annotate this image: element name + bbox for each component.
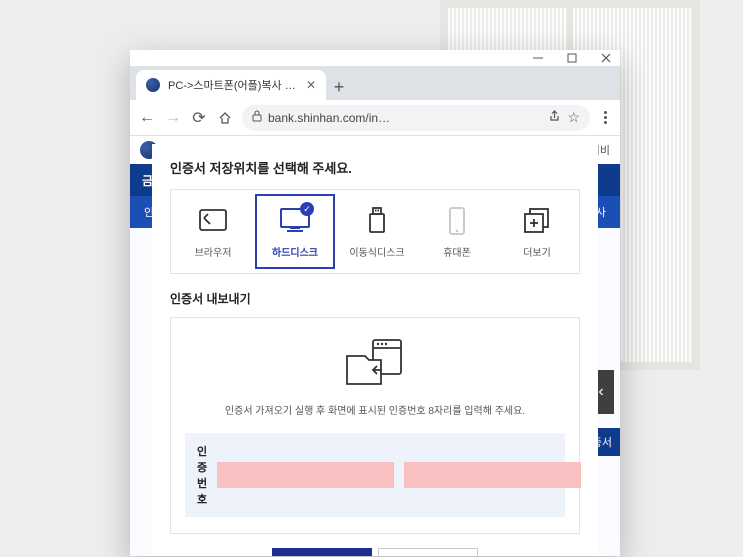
auth-number-input-2[interactable] (404, 462, 581, 488)
tab-close-icon[interactable]: ✕ (306, 78, 316, 92)
auth-number-row: 인증번호 (185, 433, 565, 517)
storage-option-browser[interactable]: 브라우저 (175, 194, 251, 269)
new-tab-button[interactable]: + (326, 74, 352, 100)
storage-option-removable[interactable]: 이동식디스크 (339, 194, 415, 269)
usb-icon (360, 206, 394, 236)
export-message: 인증서 가져오기 실행 후 화면에 표시된 인증번호 8자리를 입력해 주세요. (185, 402, 565, 417)
tab-title: PC->스마트폰(어플)복사 | 신한은 (168, 77, 298, 93)
page-viewport: 신 금융서비 금융 인증 플)복사 ‹ 증서 인증서 저장위치를 선택해 주세요… (130, 136, 620, 556)
monitor-icon: ✓ (278, 206, 312, 236)
forward-icon[interactable]: → (164, 109, 182, 127)
more-icon (520, 206, 554, 236)
auth-number-input-1[interactable] (217, 462, 394, 488)
reload-icon[interactable]: ⟳ (190, 108, 208, 128)
window-titlebar (130, 50, 620, 66)
storage-label: 이동식디스크 (349, 244, 404, 259)
phone-icon (440, 206, 474, 236)
check-icon: ✓ (300, 202, 314, 216)
modal-title: 인증서 저장위치를 선택해 주세요. (170, 158, 580, 177)
tab-bar: PC->스마트폰(어플)복사 | 신한은 ✕ + (130, 66, 620, 100)
export-illustration (185, 336, 565, 390)
lock-icon (252, 110, 262, 125)
storage-label: 더보기 (523, 244, 551, 259)
storage-label: 휴대폰 (443, 244, 471, 259)
storage-option-more[interactable]: 더보기 (499, 194, 575, 269)
share-icon[interactable] (547, 109, 561, 126)
minimize-button[interactable] (532, 52, 544, 64)
export-box: 인증서 가져오기 실행 후 화면에 표시된 인증번호 8자리를 입력해 주세요.… (170, 317, 580, 534)
close-button[interactable] (600, 52, 612, 64)
browser-tab[interactable]: PC->스마트폰(어플)복사 | 신한은 ✕ (136, 70, 326, 100)
browser-icon (196, 206, 230, 236)
home-icon[interactable] (216, 111, 234, 125)
maximize-button[interactable] (566, 52, 578, 64)
certificate-modal: 인증서 저장위치를 선택해 주세요. 브라우저 ✓ 하드디스크 (152, 144, 598, 556)
url-field[interactable]: bank.shinhan.com/in… ☆ (242, 105, 590, 131)
confirm-button[interactable]: 확인 (272, 548, 372, 556)
back-icon[interactable]: ← (138, 109, 156, 127)
address-bar: ← → ⟳ bank.shinhan.com/in… ☆ (130, 100, 620, 136)
storage-option-harddisk[interactable]: ✓ 하드디스크 (255, 194, 335, 269)
url-text: bank.shinhan.com/in… (268, 111, 541, 125)
bookmark-star-icon[interactable]: ☆ (567, 109, 580, 126)
browser-menu-icon[interactable] (598, 111, 612, 124)
storage-label: 하드디스크 (272, 244, 318, 259)
storage-label: 브라우저 (195, 244, 232, 259)
cancel-button[interactable]: 취소 (378, 548, 478, 556)
modal-button-row: 확인 취소 (170, 548, 580, 556)
export-section-title: 인증서 내보내기 (170, 290, 580, 307)
browser-window: PC->스마트폰(어플)복사 | 신한은 ✕ + ← → ⟳ bank.shin… (130, 50, 620, 556)
auth-number-label: 인증번호 (197, 443, 207, 507)
tab-favicon (146, 78, 160, 92)
storage-location-row: 브라우저 ✓ 하드디스크 이동식디스크 (170, 189, 580, 274)
storage-option-phone[interactable]: 휴대폰 (419, 194, 495, 269)
